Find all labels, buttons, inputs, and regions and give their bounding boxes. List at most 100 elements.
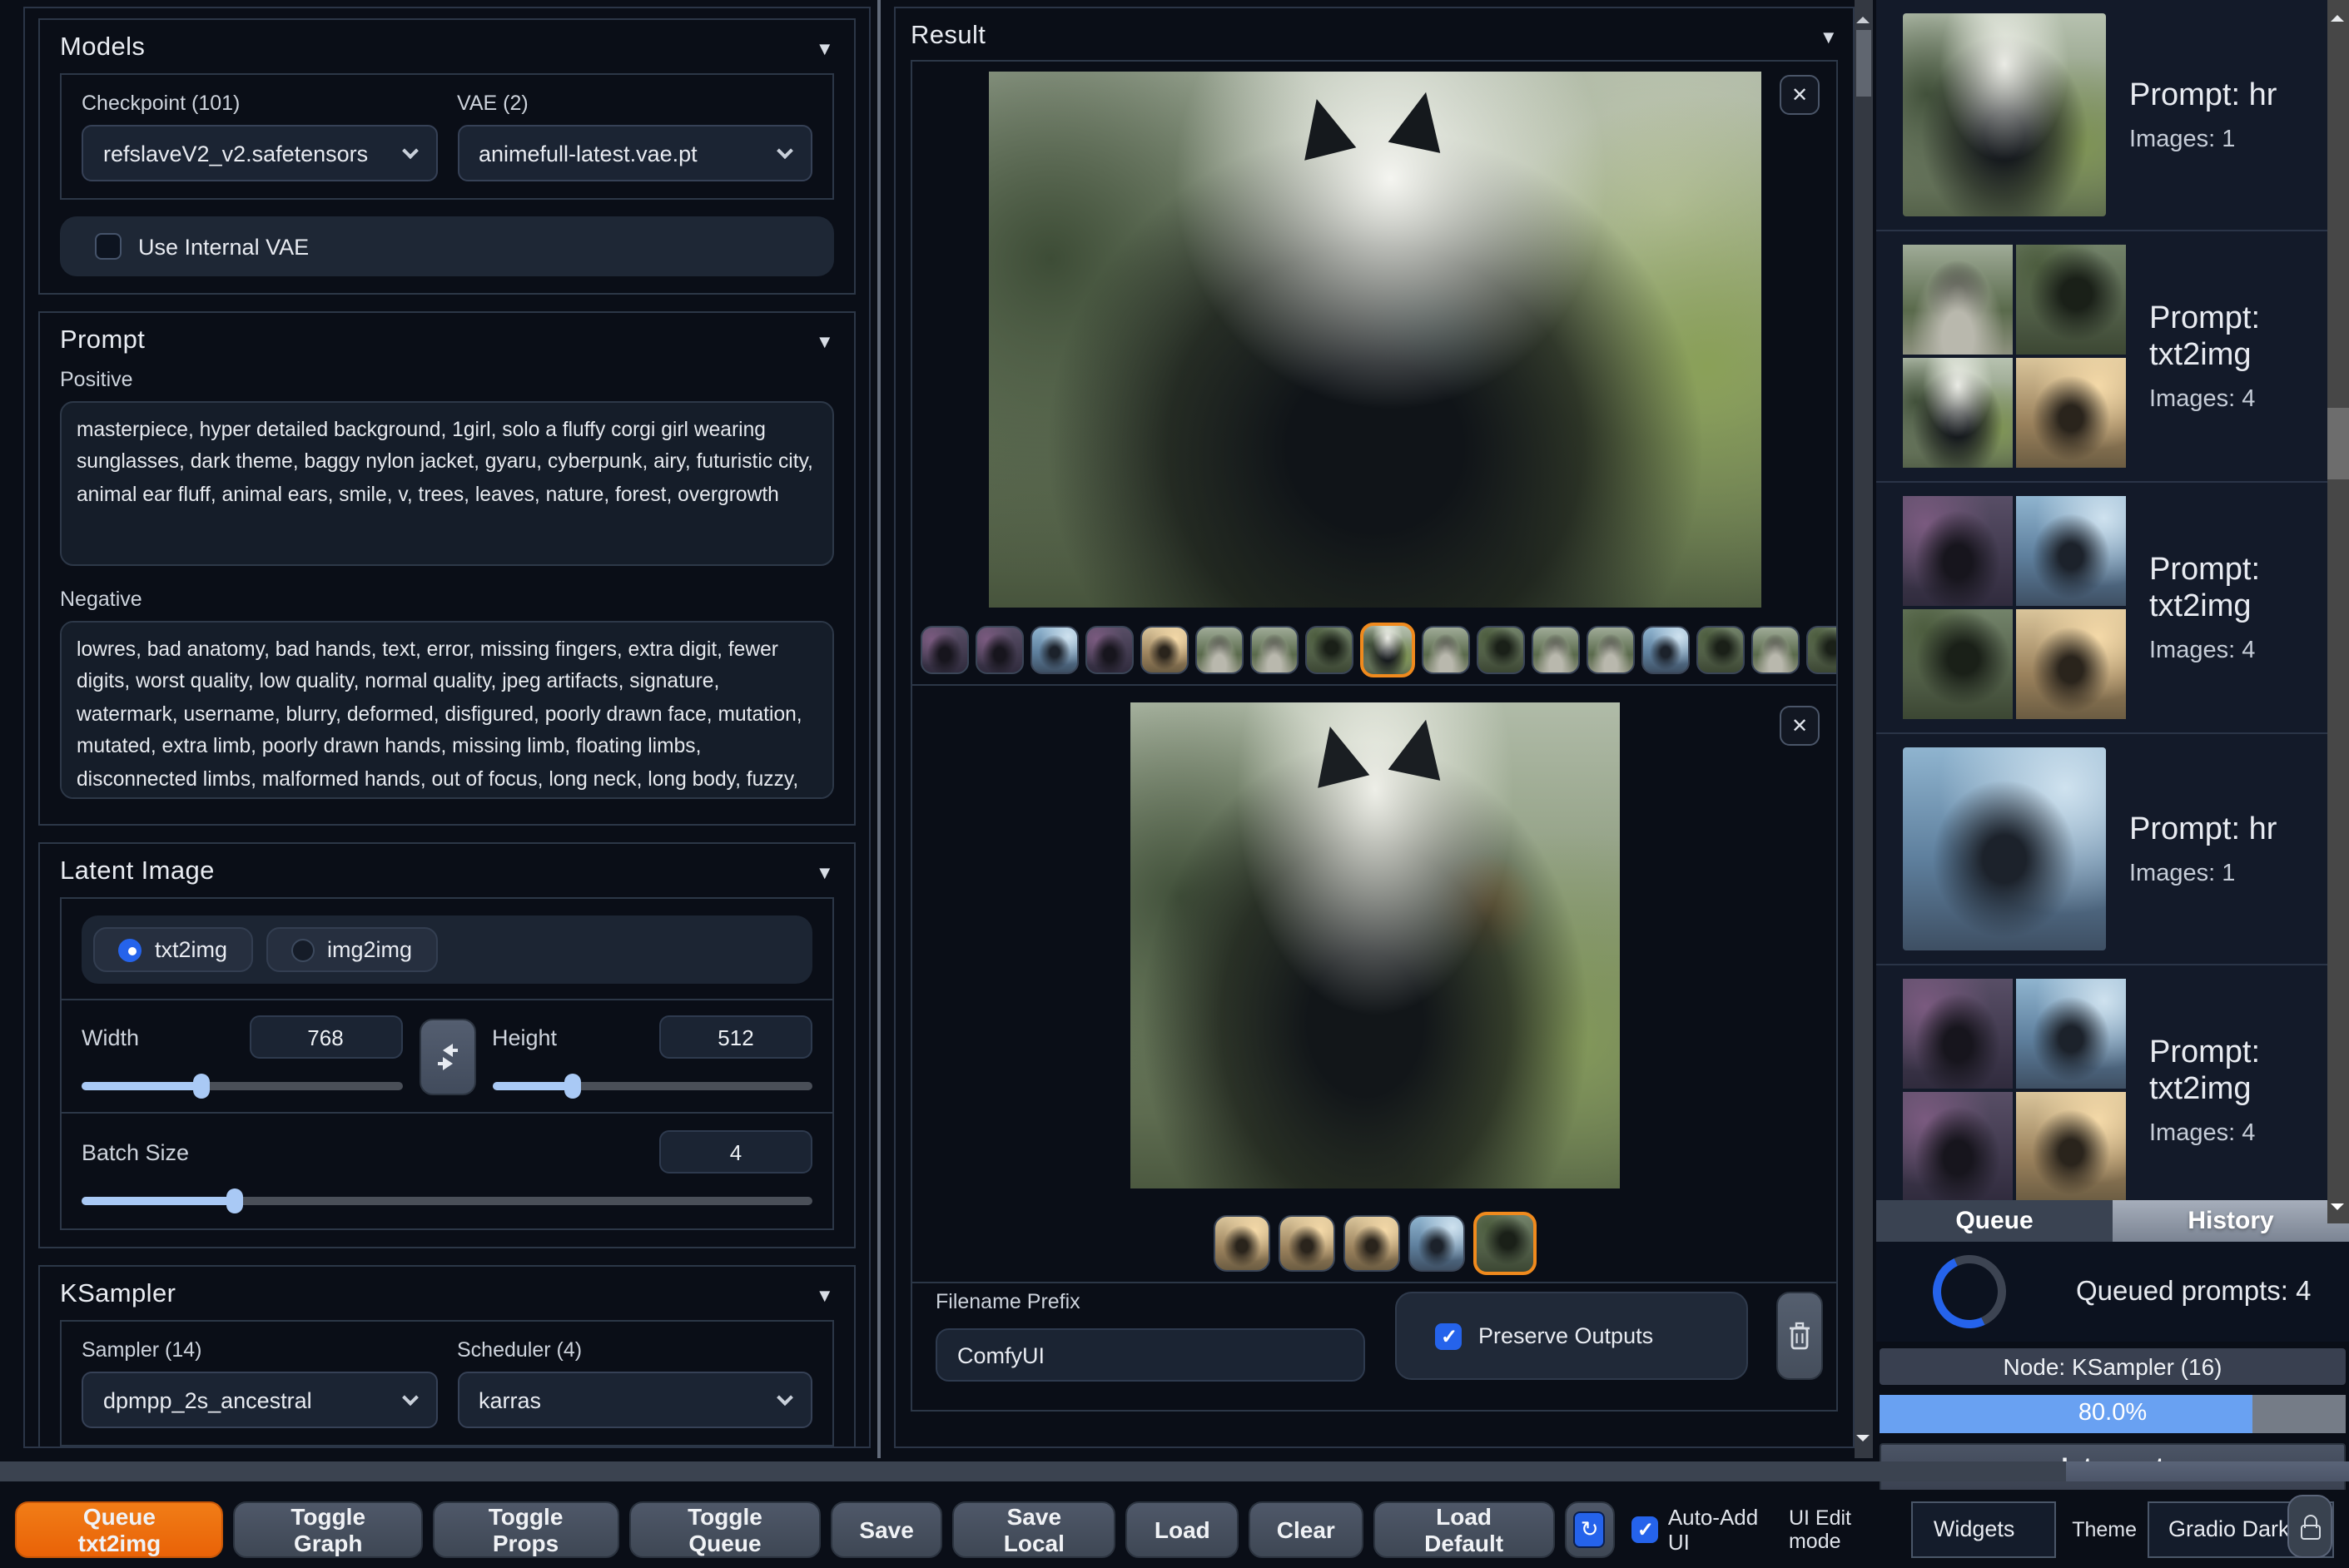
widgets-select[interactable]: Widgets bbox=[1911, 1501, 2056, 1557]
history-thumbnail-grid[interactable] bbox=[1903, 979, 2126, 1200]
history-thumbnail[interactable] bbox=[1903, 496, 2013, 606]
scrollbar-thumb[interactable] bbox=[1856, 30, 1871, 97]
history-item[interactable]: Prompt: txt2img Images: 4 bbox=[1876, 231, 2349, 483]
scrollbar-thumb[interactable] bbox=[2327, 408, 2349, 479]
scroll-up-icon[interactable] bbox=[1856, 10, 1870, 23]
history-thumbnail[interactable] bbox=[2016, 245, 2126, 355]
scroll-down-icon[interactable] bbox=[2331, 1203, 2344, 1217]
history-thumbnail[interactable] bbox=[1903, 245, 2013, 355]
result-image-1[interactable] bbox=[988, 72, 1761, 608]
thumbnail-selected[interactable] bbox=[1472, 1212, 1536, 1275]
history-item[interactable]: Prompt: hr Images: 1 bbox=[1876, 0, 2349, 231]
thumbnail[interactable] bbox=[1213, 1215, 1269, 1272]
history-thumbnail[interactable] bbox=[1903, 979, 2013, 1089]
history-thumbnail[interactable] bbox=[2016, 1092, 2126, 1200]
swap-dimensions-button[interactable] bbox=[419, 1018, 475, 1094]
slider-handle[interactable] bbox=[564, 1074, 581, 1099]
scrollbar-thumb[interactable] bbox=[2066, 1461, 2349, 1481]
latent-header[interactable]: Latent Image bbox=[60, 857, 834, 887]
thumbnail[interactable] bbox=[1085, 625, 1134, 673]
delete-outputs-button[interactable] bbox=[1776, 1292, 1823, 1380]
collapse-icon[interactable] bbox=[816, 1280, 834, 1310]
tab-history[interactable]: History bbox=[2113, 1200, 2349, 1242]
thumbnail[interactable] bbox=[1532, 625, 1580, 673]
collapse-icon[interactable] bbox=[1820, 22, 1838, 52]
batch-size-slider[interactable] bbox=[82, 1188, 812, 1213]
toolbar-button-load[interactable]: Load bbox=[1125, 1501, 1239, 1557]
history-thumbnail-grid[interactable] bbox=[1903, 245, 2126, 468]
toolbar-button-toggle-graph[interactable]: Toggle Graph bbox=[233, 1501, 423, 1557]
thumbnail[interactable] bbox=[1250, 625, 1299, 673]
thumbnail[interactable] bbox=[1696, 625, 1745, 673]
close-icon[interactable]: ✕ bbox=[1780, 706, 1820, 746]
thumbnail[interactable] bbox=[1305, 625, 1353, 673]
width-slider[interactable] bbox=[82, 1074, 402, 1099]
thumbnail[interactable] bbox=[1195, 625, 1244, 673]
toolbar-button-save[interactable]: Save bbox=[831, 1501, 942, 1557]
prompt-header[interactable]: Prompt bbox=[60, 326, 834, 356]
toolbar-button-toggle-props[interactable]: Toggle Props bbox=[432, 1501, 619, 1557]
scroll-up-icon[interactable] bbox=[2331, 8, 2344, 22]
thumbnail[interactable] bbox=[976, 625, 1024, 673]
lock-button[interactable] bbox=[2287, 1495, 2332, 1558]
collapse-icon[interactable] bbox=[816, 33, 834, 63]
refresh-button[interactable]: ↻ bbox=[1564, 1501, 1615, 1557]
history-item[interactable]: Prompt: txt2img Images: 4 bbox=[1876, 483, 2349, 734]
result-image-2[interactable] bbox=[1130, 702, 1619, 1188]
ksampler-header[interactable]: KSampler bbox=[60, 1280, 834, 1310]
thumbnail[interactable] bbox=[1587, 625, 1635, 673]
history-thumbnail[interactable] bbox=[1903, 13, 2106, 216]
slider-handle[interactable] bbox=[193, 1074, 211, 1099]
width-input[interactable] bbox=[249, 1015, 402, 1059]
history-thumbnail[interactable] bbox=[1903, 747, 2106, 950]
history-thumbnail[interactable] bbox=[2016, 496, 2126, 606]
history-thumbnail[interactable] bbox=[2016, 358, 2126, 468]
toolbar-button-load-default[interactable]: Load Default bbox=[1373, 1501, 1555, 1557]
scheduler-select[interactable]: karras bbox=[457, 1372, 812, 1428]
auto-add-ui-checkbox[interactable] bbox=[1631, 1516, 1658, 1542]
thumbnail[interactable] bbox=[1140, 625, 1189, 673]
use-internal-vae-checkbox[interactable] bbox=[95, 233, 122, 260]
filename-prefix-input[interactable] bbox=[936, 1328, 1365, 1382]
models-header[interactable]: Models bbox=[60, 33, 834, 63]
positive-prompt-input[interactable]: masterpiece, hyper detailed background, … bbox=[60, 401, 834, 566]
scroll-down-icon[interactable] bbox=[1856, 1435, 1870, 1448]
toolbar-button-clear[interactable]: Clear bbox=[1248, 1501, 1363, 1557]
history-thumbnail[interactable] bbox=[1903, 609, 2013, 719]
height-input[interactable] bbox=[659, 1015, 812, 1059]
history-thumbnail[interactable] bbox=[1903, 1092, 2013, 1200]
result-header[interactable]: Result bbox=[911, 22, 1838, 52]
close-icon[interactable]: ✕ bbox=[1780, 75, 1820, 115]
history-thumbnail[interactable] bbox=[1903, 358, 2013, 468]
thumbnail[interactable] bbox=[1641, 625, 1690, 673]
thumbnail[interactable] bbox=[1408, 1215, 1464, 1272]
horizontal-scrollbar[interactable] bbox=[0, 1461, 2349, 1481]
mode-img2img[interactable]: img2img bbox=[266, 927, 438, 972]
vae-select[interactable]: animefull-latest.vae.pt bbox=[457, 125, 812, 181]
thumbnail[interactable] bbox=[1751, 625, 1800, 673]
preserve-outputs-row[interactable]: Preserve Outputs bbox=[1395, 1292, 1748, 1380]
collapse-icon[interactable] bbox=[816, 857, 834, 887]
tab-queue[interactable]: Queue bbox=[1876, 1200, 2113, 1242]
left-scrollbar[interactable] bbox=[877, 0, 881, 1458]
thumbnail[interactable] bbox=[1422, 625, 1470, 673]
sampler-select[interactable]: dpmpp_2s_ancestral bbox=[82, 1372, 437, 1428]
thumbnail[interactable] bbox=[921, 625, 969, 673]
checkpoint-select[interactable]: refslaveV2_v2.safetensors bbox=[82, 125, 437, 181]
thumbnail[interactable] bbox=[1477, 625, 1525, 673]
slider-handle[interactable] bbox=[226, 1188, 244, 1213]
mode-txt2img[interactable]: txt2img bbox=[93, 927, 253, 972]
negative-prompt-input[interactable]: lowres, bad anatomy, bad hands, text, er… bbox=[60, 621, 834, 799]
thumbnail[interactable] bbox=[1278, 1215, 1334, 1272]
thumbnail[interactable] bbox=[1030, 625, 1079, 673]
thumbnail[interactable] bbox=[1806, 625, 1836, 673]
preserve-outputs-checkbox[interactable] bbox=[1435, 1322, 1462, 1349]
thumbnail-selected[interactable] bbox=[1360, 622, 1415, 677]
toolbar-button-save-local[interactable]: Save Local bbox=[951, 1501, 1116, 1557]
history-thumbnail-grid[interactable] bbox=[1903, 496, 2126, 719]
batch-size-input[interactable] bbox=[659, 1130, 812, 1174]
collapse-icon[interactable] bbox=[816, 326, 834, 356]
use-internal-vae-row[interactable]: Use Internal VAE bbox=[60, 216, 834, 276]
history-item[interactable]: Prompt: hr Images: 1 bbox=[1876, 734, 2349, 965]
right-scrollbar[interactable] bbox=[2327, 0, 2349, 1223]
